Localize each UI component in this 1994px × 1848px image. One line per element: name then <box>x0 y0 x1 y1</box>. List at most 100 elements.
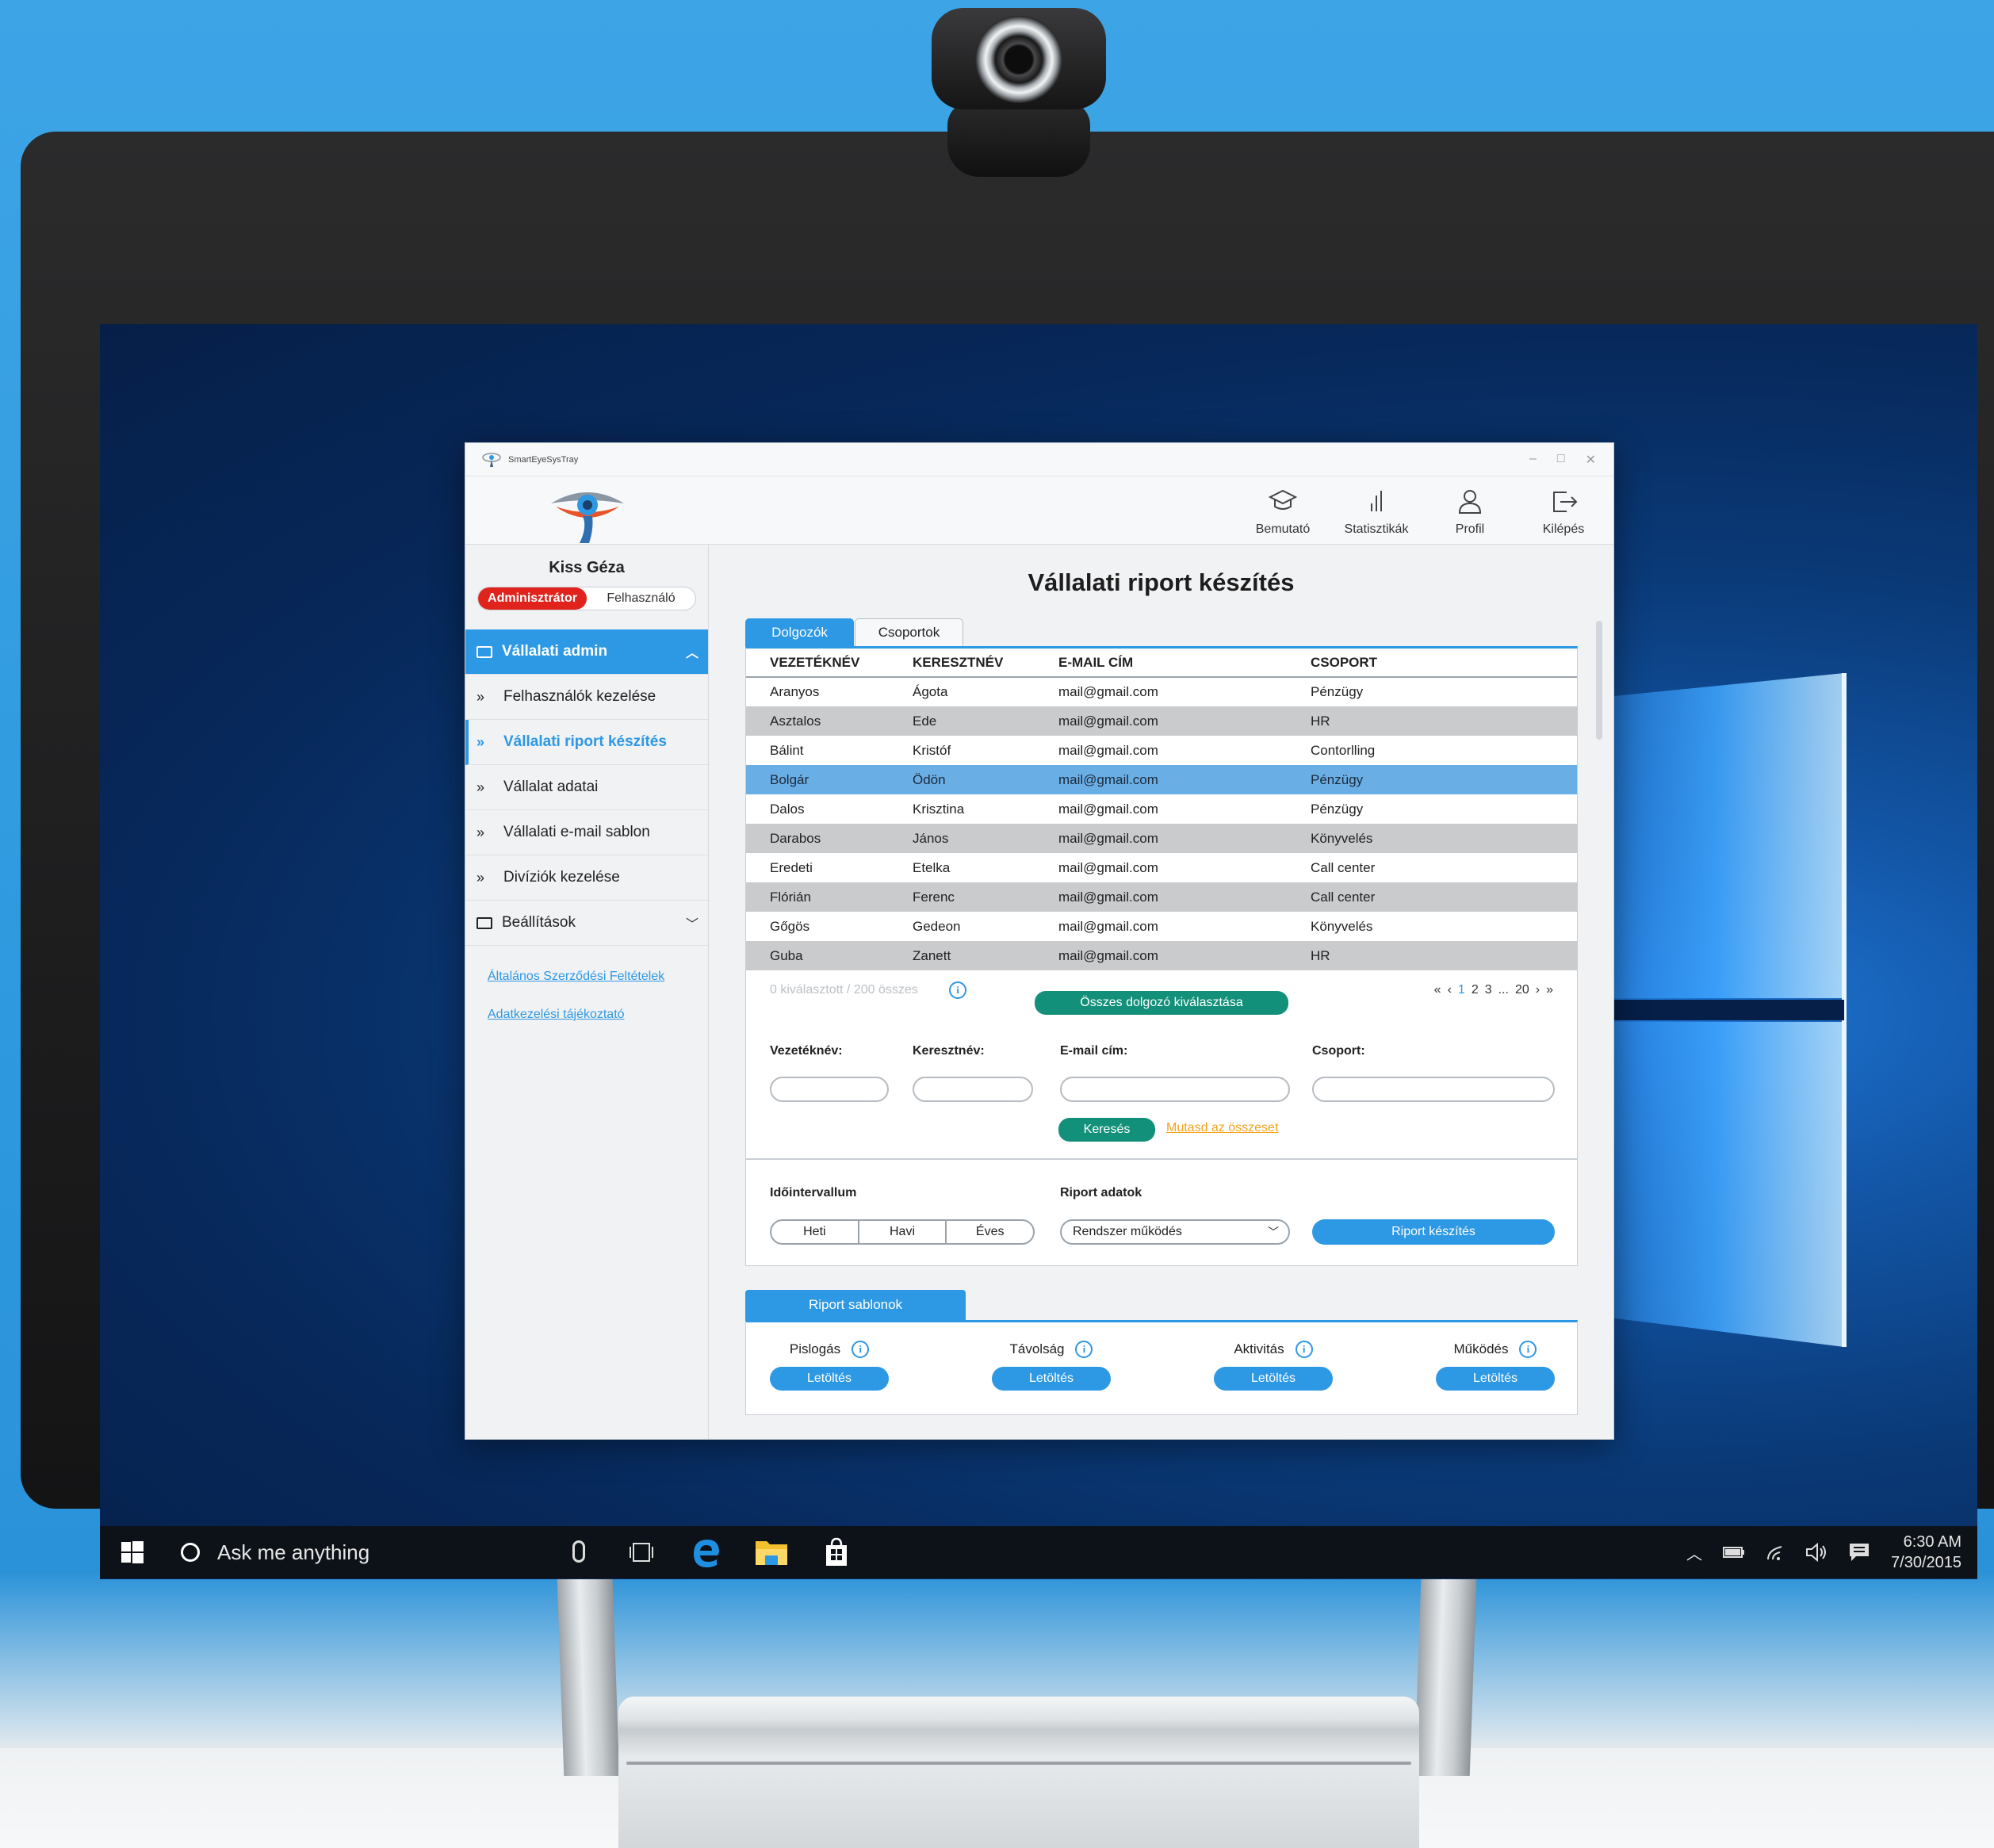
page-20[interactable]: 20 <box>1515 983 1529 997</box>
cell-csoport: Call center <box>1311 859 1376 875</box>
first-page-button[interactable]: « <box>1434 983 1441 997</box>
menu-group-label: Beállítások <box>502 914 576 931</box>
table-row[interactable]: Bálint Kristóf mail@gmail.com Contorlling <box>746 736 1577 765</box>
minimize-button[interactable]: – <box>1529 452 1537 468</box>
sidebar-item-label: Vállalati e-mail sablon <box>503 824 650 840</box>
label-vezeteknev: Vezetéknév: <box>770 1044 843 1058</box>
action-center-icon[interactable] <box>1848 1542 1870 1563</box>
selection-bar: 0 kiválasztott / 200 összes i Összes dol… <box>746 974 1577 1021</box>
table-row[interactable]: Flórián Ferenc mail@gmail.com Call center <box>746 882 1577 912</box>
search-csoport-input[interactable] <box>1312 1077 1555 1102</box>
table-row[interactable]: Bolgár Ödön mail@gmail.com Pénzügy <box>746 765 1577 794</box>
sidebar-item-diviziok[interactable]: » Divíziók kezelése <box>465 855 708 901</box>
prev-page-button[interactable]: ‹ <box>1448 983 1452 997</box>
cell-csoport: HR <box>1287 941 1577 970</box>
sidebar-item-riport[interactable]: » Vállalati riport készítés <box>465 720 708 765</box>
search-keresztnev-input[interactable] <box>913 1077 1033 1102</box>
select-all-button[interactable]: Összes dolgozó kiválasztása <box>1035 991 1288 1015</box>
info-icon[interactable]: i <box>1519 1341 1537 1358</box>
close-button[interactable]: ✕ <box>1586 452 1596 468</box>
table-row[interactable]: Eredeti Etelka mail@gmail.com Call center <box>746 853 1577 882</box>
table-row[interactable]: Asztalos Ede mail@gmail.com HR <box>746 706 1577 736</box>
cell-vezeteknev: Eredeti <box>770 859 813 875</box>
info-icon[interactable]: i <box>949 981 966 999</box>
role-admin[interactable]: Adminisztrátor <box>478 587 587 610</box>
download-button[interactable]: Letöltés <box>1214 1367 1333 1391</box>
page-2[interactable]: 2 <box>1472 983 1479 997</box>
menu-group-vallalati-admin[interactable]: Vállalati admin ︿ <box>465 629 708 675</box>
battery-icon[interactable] <box>1723 1546 1745 1559</box>
info-icon[interactable]: i <box>852 1341 870 1358</box>
table-row[interactable]: Guba Zanett mail@gmail.com HR <box>746 941 1577 970</box>
edge-browser-button[interactable] <box>674 1526 739 1578</box>
nav-profil[interactable]: Profil <box>1434 483 1506 537</box>
cell-keresztnev: Etelka <box>913 859 951 875</box>
scrollbar[interactable] <box>1596 621 1602 740</box>
table-row[interactable]: Dalos Krisztina mail@gmail.com Pénzügy <box>746 794 1577 824</box>
search-button[interactable]: Keresés <box>1058 1118 1155 1142</box>
volume-icon[interactable] <box>1805 1543 1828 1562</box>
table-row[interactable]: Darabos János mail@gmail.com Könyvelés <box>746 824 1577 853</box>
download-button[interactable]: Letöltés <box>770 1367 889 1391</box>
interval-eves[interactable]: Éves <box>947 1221 1033 1243</box>
nav-bemutato[interactable]: Bemutató <box>1247 483 1318 537</box>
sidebar: Kiss Géza Adminisztrátor Felhasználó Vál… <box>465 545 709 1439</box>
templates-tab[interactable]: Riport sablonok <box>745 1290 966 1320</box>
folder-icon <box>476 916 492 929</box>
window-title: SmartEyeSysTray <box>508 454 579 465</box>
role-toggle[interactable]: Adminisztrátor Felhasználó <box>477 587 696 610</box>
report-data-select[interactable]: Rendszer működés ﹀ <box>1060 1219 1290 1245</box>
privacy-link[interactable]: Adatkezelési tájékoztató <box>488 1008 708 1022</box>
selection-count: 0 kiválasztott / 200 összes <box>770 983 918 997</box>
download-button[interactable]: Letöltés <box>992 1367 1111 1391</box>
interval-heti[interactable]: Heti <box>771 1221 859 1243</box>
report-data-value: Rendszer működés <box>1073 1225 1182 1238</box>
search-email-input[interactable] <box>1060 1077 1290 1102</box>
clock-time: 6:30 AM <box>1903 1533 1961 1551</box>
menu-group-beallitasok[interactable]: Beállítások ﹀ <box>465 901 708 946</box>
file-explorer-button[interactable] <box>739 1526 804 1578</box>
template-label: Aktivitás <box>1234 1341 1284 1356</box>
create-report-button[interactable]: Riport készítés <box>1312 1219 1555 1245</box>
last-page-button[interactable]: » <box>1546 983 1553 997</box>
page-1[interactable]: 1 <box>1458 983 1465 997</box>
col-email[interactable]: E-MAIL CÍM <box>1035 649 1287 678</box>
show-all-link[interactable]: Mutasd az összeset <box>1166 1121 1278 1135</box>
template-mukodes: Működés i Letöltés <box>1436 1340 1555 1391</box>
table-row[interactable]: Aranyos Ágota mail@gmail.com Pénzügy <box>746 677 1577 706</box>
double-chevron-icon: » <box>476 688 485 705</box>
terms-link[interactable]: Általános Szerződési Feltételek <box>488 970 708 984</box>
col-vezeteknev[interactable]: VEZETÉKNÉV <box>746 649 889 678</box>
interval-havi[interactable]: Havi <box>859 1221 947 1243</box>
page-3[interactable]: 3 <box>1485 983 1492 997</box>
search-vezeteknev-input[interactable] <box>770 1077 889 1102</box>
sidebar-item-vallalat-adatai[interactable]: » Vállalat adatai <box>465 765 708 810</box>
cell-keresztnev: Ágota <box>913 684 948 699</box>
info-icon[interactable]: i <box>1075 1341 1093 1358</box>
role-user[interactable]: Felhasználó <box>587 587 695 610</box>
wifi-icon[interactable] <box>1766 1544 1785 1561</box>
nav-statisztikak[interactable]: Statisztikák <box>1341 483 1412 537</box>
col-keresztnev[interactable]: KERESZTNÉV <box>889 649 1035 678</box>
tab-csoportok[interactable]: Csoportok <box>855 618 963 646</box>
sidebar-item-email-sablon[interactable]: » Vállalati e-mail sablon <box>465 810 708 855</box>
nav-kilepes[interactable]: Kilépés <box>1528 483 1599 537</box>
table-row[interactable]: Gőgös Gedeon mail@gmail.com Könyvelés <box>746 912 1577 941</box>
cortana-search[interactable]: Ask me anything <box>165 1526 609 1578</box>
col-csoport[interactable]: CSOPORT <box>1287 649 1577 678</box>
edge-icon <box>694 1540 719 1567</box>
task-view-button[interactable] <box>609 1526 674 1578</box>
download-button[interactable]: Letöltés <box>1436 1367 1555 1391</box>
next-page-button[interactable]: › <box>1536 983 1540 997</box>
maximize-button[interactable]: □ <box>1557 452 1565 468</box>
template-label: Pislogás <box>789 1341 841 1356</box>
microphone-icon[interactable] <box>572 1540 585 1563</box>
info-icon[interactable]: i <box>1295 1341 1313 1358</box>
sidebar-item-felhasznalok[interactable]: » Felhasználók kezelése <box>465 675 708 720</box>
start-button[interactable] <box>100 1526 165 1578</box>
clock[interactable]: 6:30 AM 7/30/2015 <box>1891 1532 1961 1573</box>
chevron-up-icon[interactable]: ︿ <box>1686 1541 1702 1564</box>
webcam <box>932 8 1106 178</box>
tab-dolgozok[interactable]: Dolgozók <box>745 618 854 646</box>
store-button[interactable] <box>804 1526 869 1578</box>
